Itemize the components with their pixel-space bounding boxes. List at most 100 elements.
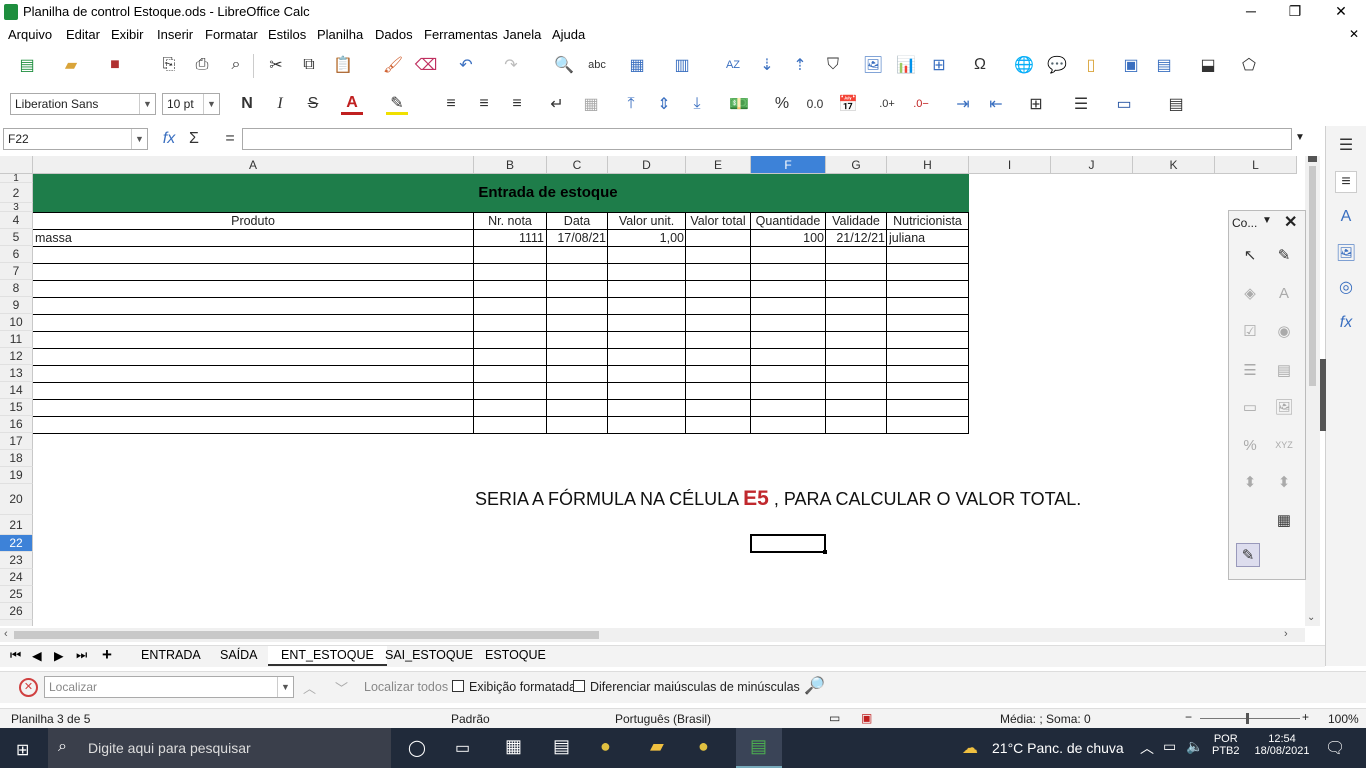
navigator-icon[interactable]: ◎ — [1335, 276, 1357, 298]
borders-icon[interactable]: ⊞ — [1025, 93, 1047, 115]
scroll-down-icon[interactable]: ⌄ — [1307, 612, 1315, 623]
name-box[interactable]: F22 ▼ — [3, 128, 148, 150]
save-icon[interactable]: ■ — [104, 54, 126, 76]
font-size-combo[interactable]: 10 pt ▼ — [162, 93, 220, 115]
align-center-icon[interactable]: ≡ — [473, 93, 495, 115]
input-language[interactable]: POR PTB2 — [1212, 733, 1240, 757]
document-modified-icon[interactable]: ▣ — [861, 711, 872, 725]
highlight-color-icon[interactable]: ✎ — [386, 93, 408, 115]
align-left-icon[interactable]: ≡ — [440, 93, 462, 115]
row-icon[interactable]: ▦ — [626, 54, 648, 76]
chevron-down-icon[interactable]: ▼ — [277, 677, 293, 697]
row-header-selected[interactable]: 22 — [0, 535, 33, 552]
formula-icon[interactable]: = — [219, 128, 241, 150]
menu-arquivo[interactable]: Arquivo — [8, 27, 52, 42]
task-view-icon[interactable]: ▭ — [455, 738, 470, 758]
scroll-right-icon[interactable]: › — [1284, 628, 1288, 640]
chrome-icon-2[interactable]: ● — [698, 736, 709, 757]
add-decimal-icon[interactable]: .0+ — [876, 93, 898, 115]
clone-formatting-icon[interactable]: 🖌 — [382, 54, 404, 76]
panel-close-icon[interactable]: ✕ — [1284, 212, 1297, 232]
weather-icon[interactable]: ☁ — [962, 738, 978, 758]
formula-input[interactable] — [242, 128, 1292, 150]
number-format-button[interactable]: 0.0 — [804, 93, 826, 115]
delete-decimal-icon[interactable]: .0− — [910, 93, 932, 115]
menu-dados[interactable]: Dados — [375, 27, 413, 42]
header-footer-icon[interactable]: ▯ — [1080, 54, 1102, 76]
column-header-l[interactable]: L — [1215, 156, 1297, 174]
column-header-h[interactable]: H — [887, 156, 969, 174]
row-header[interactable]: 8 — [0, 280, 33, 297]
open-icon[interactable]: ▰ — [60, 54, 82, 76]
insert-image-icon[interactable]: 🖼 — [862, 54, 884, 76]
row-header[interactable]: 25 — [0, 586, 33, 603]
row-header[interactable]: 18 — [0, 450, 33, 467]
pivot-table-icon[interactable]: ⊞ — [928, 54, 950, 76]
zoom-slider-handle[interactable] — [1246, 713, 1249, 724]
match-case-checkbox[interactable] — [573, 680, 585, 692]
paste-icon[interactable]: 📋 — [332, 54, 354, 76]
column-header-f[interactable]: F — [751, 156, 826, 174]
autofilter-icon[interactable]: ⛉ — [822, 54, 844, 76]
chrome-icon[interactable]: ● — [600, 736, 611, 757]
app-icon[interactable]: ▤ — [553, 736, 570, 757]
align-top-icon[interactable]: ⤒ — [620, 93, 642, 115]
column-icon[interactable]: ▥ — [671, 54, 693, 76]
scroll-up-icon[interactable] — [1308, 156, 1317, 162]
border-color-icon[interactable]: ▭ — [1113, 93, 1135, 115]
design-mode-active-icon[interactable]: ✎ — [1236, 543, 1260, 567]
sort-icon[interactable]: AZ — [722, 54, 744, 76]
cell-g5[interactable]: 21/12/21 — [826, 230, 885, 246]
row-header[interactable]: 6 — [0, 246, 33, 263]
comment-icon[interactable]: 💬 — [1046, 54, 1068, 76]
minimize-button[interactable]: ─ — [1228, 0, 1274, 24]
menu-janela[interactable]: Janela — [503, 27, 541, 42]
form-navigator-icon[interactable]: ▦ — [1272, 508, 1296, 532]
find-all-button[interactable]: Localizar todos — [364, 680, 448, 694]
taskbar-search[interactable]: ⌕ Digite aqui para pesquisar — [48, 728, 391, 768]
spelling-icon[interactable]: abc — [586, 54, 608, 76]
export-pdf-icon[interactable]: ⎘ — [158, 54, 180, 76]
date-format-icon[interactable]: 📅 — [837, 93, 859, 115]
column-header-d[interactable]: D — [608, 156, 686, 174]
row-header[interactable]: 17 — [0, 433, 33, 450]
find-previous-icon[interactable]: ︿ — [303, 678, 316, 697]
last-sheet-icon[interactable]: ⏭ — [76, 648, 87, 663]
undo-icon[interactable]: ↶ — [455, 54, 477, 76]
column-header-k[interactable]: K — [1133, 156, 1215, 174]
bold-button[interactable]: N — [236, 93, 258, 115]
horizontal-scrollbar[interactable]: ‹ › — [0, 628, 1305, 642]
styles-icon[interactable]: A — [1335, 206, 1357, 228]
sum-status[interactable]: Média: ; Soma: 0 — [1000, 712, 1091, 726]
zoom-out-icon[interactable]: − — [1185, 710, 1192, 724]
row-header[interactable]: 26 — [0, 603, 33, 620]
cell-c5[interactable]: 17/08/21 — [547, 230, 606, 246]
row-header[interactable]: 7 — [0, 263, 33, 280]
sum-icon[interactable]: Σ — [183, 128, 205, 150]
italic-button[interactable]: I — [269, 93, 291, 115]
percent-format-button[interactable]: % — [771, 93, 793, 115]
scroll-bar-control-icon[interactable]: ⬍ — [1272, 470, 1296, 494]
find-next-icon[interactable]: ﹀ — [335, 678, 348, 697]
tab-sai-estoque[interactable]: SAI_ESTOQUE — [385, 648, 473, 662]
label-icon[interactable]: ◈ — [1238, 281, 1262, 305]
zoom-level[interactable]: 100% — [1328, 712, 1359, 726]
function-wizard-icon[interactable]: fx — [158, 128, 180, 150]
row-header[interactable]: 23 — [0, 552, 33, 569]
spin-button-icon[interactable]: ⬍ — [1238, 470, 1262, 494]
clock[interactable]: 12:54 18/08/2021 — [1252, 733, 1312, 757]
file-explorer-icon[interactable]: ▰ — [650, 736, 664, 757]
menu-inserir[interactable]: Inserir — [157, 27, 193, 42]
row-header[interactable]: 9 — [0, 297, 33, 314]
font-color-icon[interactable]: A — [341, 93, 363, 115]
column-header-b[interactable]: B — [474, 156, 547, 174]
close-window-button[interactable]: ✕ — [1318, 0, 1364, 24]
functions-icon[interactable]: fx — [1335, 312, 1357, 334]
design-mode-icon[interactable]: ✎ — [1272, 243, 1296, 267]
scroll-left-icon[interactable]: ‹ — [4, 628, 8, 640]
cell-f5[interactable]: 100 — [751, 230, 824, 246]
font-name-combo[interactable]: Liberation Sans ▼ — [10, 93, 156, 115]
close-document-icon[interactable]: ✕ — [1349, 27, 1359, 41]
align-right-icon[interactable]: ≡ — [506, 93, 528, 115]
row-header[interactable]: 3 — [0, 203, 33, 212]
